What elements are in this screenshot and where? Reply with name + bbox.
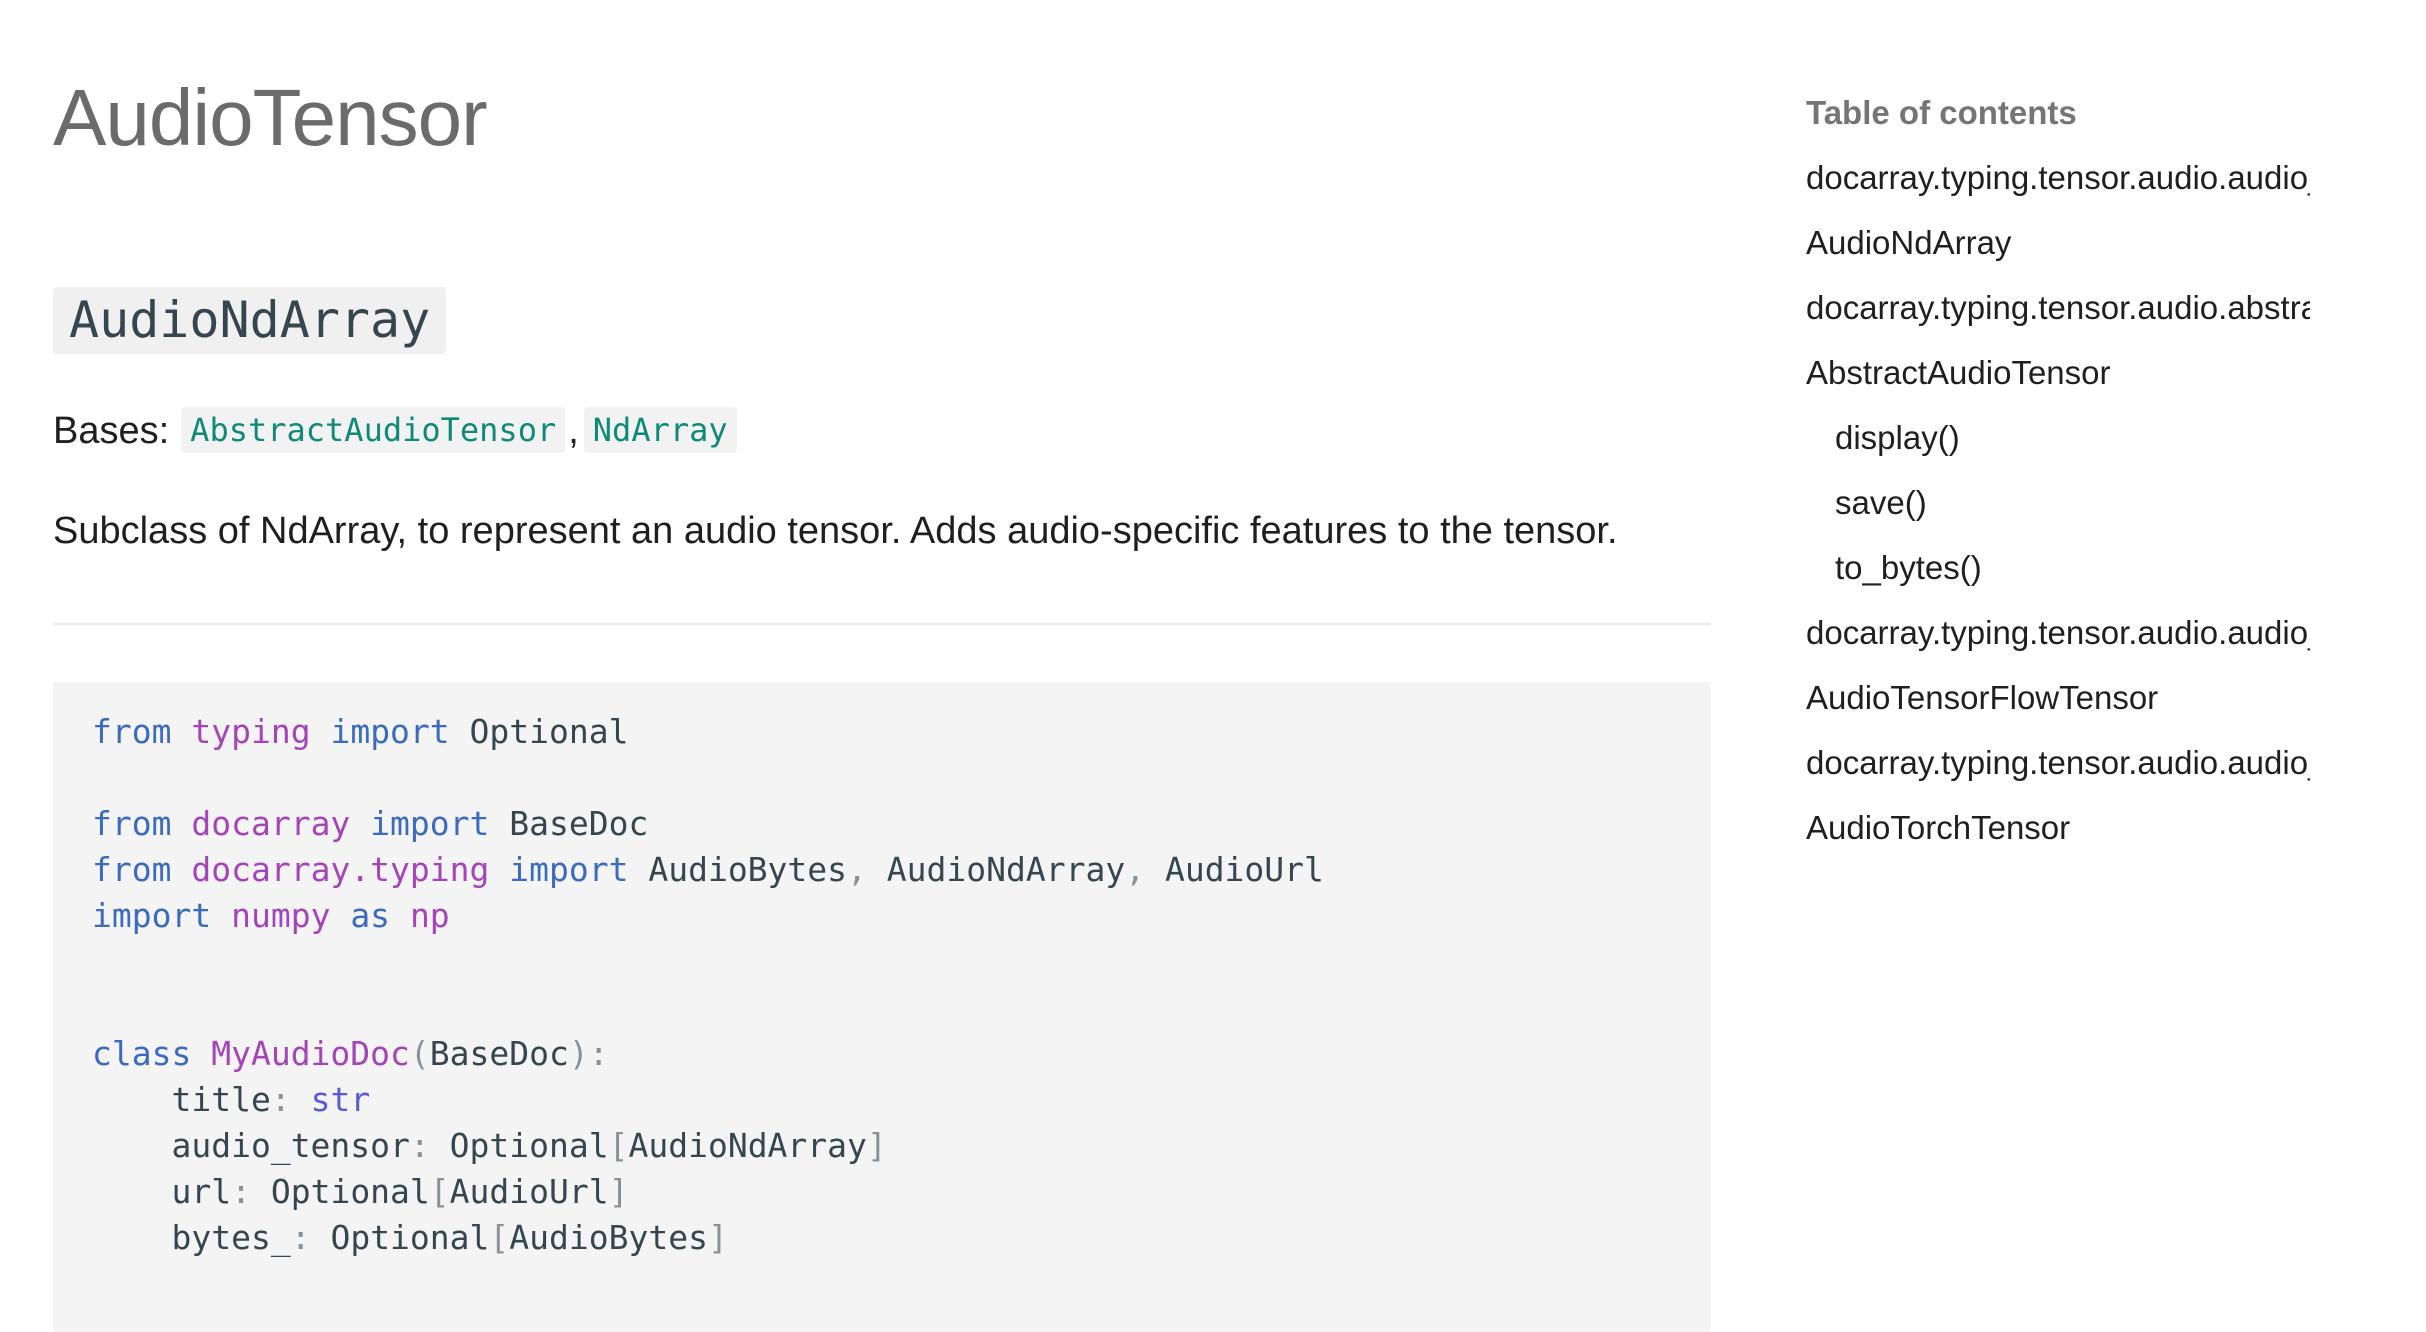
page-title: AudioTensor <box>53 73 488 162</box>
code-line: url: Optional[AudioUrl] <box>171 1172 629 1211</box>
bases-line: Bases: AbstractAudioTensor, NdArray <box>53 406 737 456</box>
toc-item-audio-torch-tensor-module[interactable]: docarray.typing.tensor.audio.audio_torch… <box>1806 740 2310 805</box>
toc-item-abstract-audio-tensor-module[interactable]: docarray.typing.tensor.audio.abstract_au… <box>1806 285 2310 350</box>
bases-separator: , <box>568 410 579 452</box>
toc-list: docarray.typing.tensor.audio.audio_ndarr… <box>1806 155 2366 870</box>
code-example: from typing import Optional from docarray… <box>92 709 1324 1261</box>
toc-item-display[interactable]: display() <box>1806 415 2310 480</box>
toc-item-audio-ndarray[interactable]: AudioNdArray <box>1806 220 2310 285</box>
toc-item-abstract-audio-tensor[interactable]: AbstractAudioTensor <box>1806 350 2310 415</box>
toc-item-save[interactable]: save() <box>1806 480 2310 545</box>
base-link-abstract-audio-tensor[interactable]: AbstractAudioTensor <box>181 407 566 453</box>
code-line: class MyAudioDoc(BaseDoc): <box>92 1034 609 1073</box>
toc-item-audio-tensorflow-tensor[interactable]: AudioTensorFlowTensor <box>1806 675 2310 740</box>
code-line: from typing import Optional <box>92 712 629 751</box>
base-link-ndarray[interactable]: NdArray <box>583 407 737 453</box>
code-line: from docarray.typing import AudioBytes, … <box>92 850 1324 889</box>
table-of-contents: Table of contents docarray.typing.tensor… <box>1806 90 2366 870</box>
class-heading[interactable]: AudioNdArray <box>53 287 447 354</box>
toc-title: Table of contents <box>1806 94 2077 131</box>
toc-item-to-bytes[interactable]: to_bytes() <box>1806 545 2310 610</box>
divider <box>53 623 1711 625</box>
class-description: Subclass of NdArray, to represent an aud… <box>53 510 1618 552</box>
code-example-block[interactable]: from typing import Optional from docarray… <box>53 682 1711 1332</box>
toc-item-audio-tensorflow-tensor-module[interactable]: docarray.typing.tensor.audio.audio_tenso… <box>1806 610 2310 675</box>
toc-item-audio-torch-tensor[interactable]: AudioTorchTensor <box>1806 805 2310 870</box>
code-line: title: str <box>171 1080 371 1119</box>
code-line: from docarray import BaseDoc <box>92 804 649 843</box>
toc-item-audio-ndarray-module[interactable]: docarray.typing.tensor.audio.audio_ndarr… <box>1806 155 2310 220</box>
code-line: bytes_: Optional[AudioBytes] <box>171 1218 728 1257</box>
bases-label: Bases: <box>53 410 170 452</box>
code-line: import numpy as np <box>92 896 450 935</box>
code-line: audio_tensor: Optional[AudioNdArray] <box>171 1126 887 1165</box>
